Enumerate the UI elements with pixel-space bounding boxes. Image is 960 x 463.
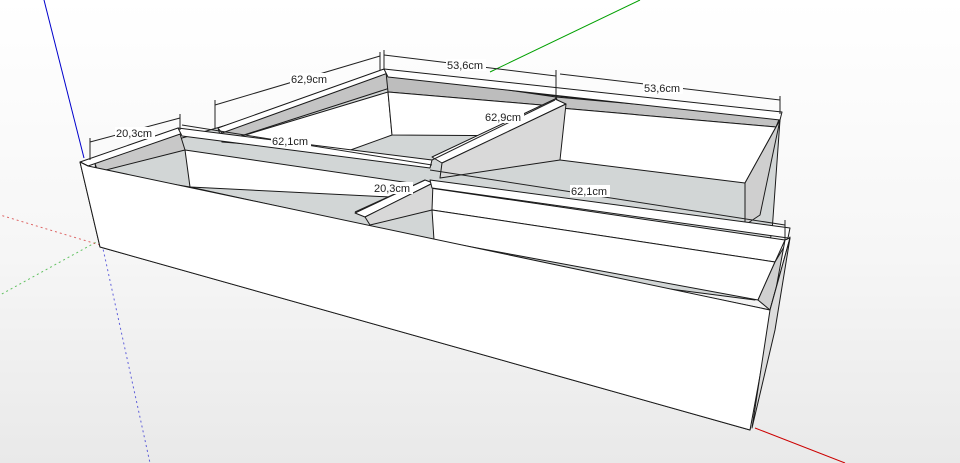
dimension-label-d3: 62,9cm <box>291 74 327 86</box>
cabinet-3d-model[interactable]: 53,6cm 53,6cm 62,9cm 62,9cm 20,3cm 62,1c… <box>0 0 960 463</box>
dimension-label-d7: 20,3cm <box>374 183 410 195</box>
green-axis <box>489 0 641 73</box>
dimension-label-d1: 53,6cm <box>447 60 483 72</box>
dimension-label-d6: 62,1cm <box>272 136 308 148</box>
blue-axis <box>43 0 85 159</box>
dimension-label-d2: 53,6cm <box>644 83 680 95</box>
dimension-label-d5: 20,3cm <box>116 128 152 140</box>
blue-axis-hidden <box>99 234 151 463</box>
modeling-viewport[interactable]: 53,6cm 53,6cm 62,9cm 62,9cm 20,3cm 62,1c… <box>0 0 960 463</box>
dimension-label-d4: 62,9cm <box>485 112 521 124</box>
cabinet[interactable] <box>79 68 791 431</box>
red-axis <box>754 427 846 463</box>
red-axis-hidden <box>0 214 101 246</box>
dimension-label-d8: 62,1cm <box>571 186 607 198</box>
green-axis-hidden <box>0 239 101 296</box>
